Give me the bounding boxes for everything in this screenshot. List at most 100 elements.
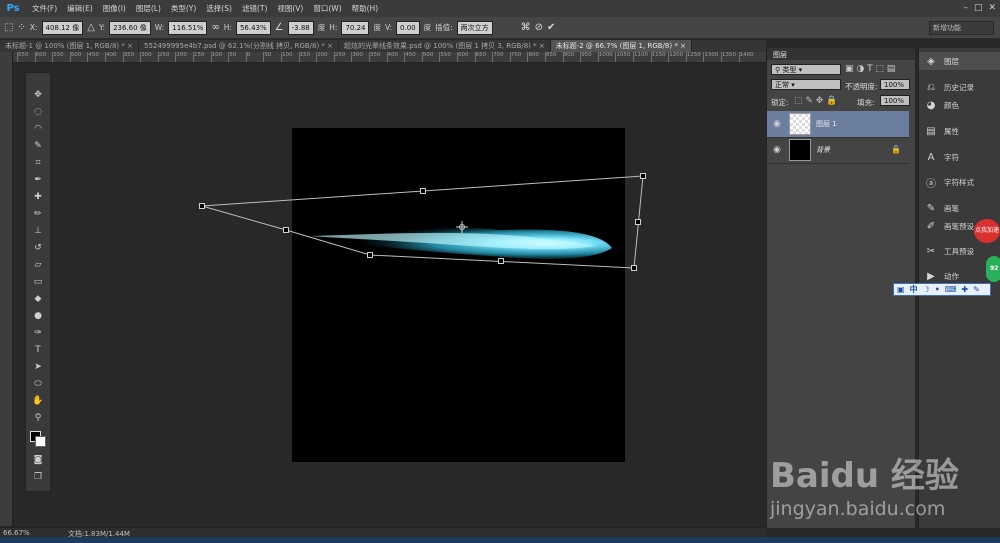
tab-doc-1[interactable]: 未标题-1 @ 100% (图层 1, RGB/8) * ×	[0, 40, 139, 52]
type-tool-icon[interactable]: T	[26, 342, 50, 358]
vskew-input[interactable]: 0.00	[396, 20, 420, 35]
healing-tool-icon[interactable]: ✚	[26, 189, 50, 205]
dodge-tool-icon[interactable]: ●	[26, 308, 50, 324]
ime-language-toggle[interactable]: 中	[910, 284, 918, 295]
menu-view[interactable]: 视图(V)	[277, 3, 303, 14]
stamp-tool-icon[interactable]: ⊥	[26, 223, 50, 239]
document-canvas[interactable]	[292, 128, 625, 462]
ruler-tick-label: 1300	[703, 52, 719, 62]
menu-edit[interactable]: 编辑(E)	[67, 3, 93, 14]
path-select-tool-icon[interactable]: ➤	[26, 359, 50, 375]
brush-tool-icon[interactable]: ✏	[26, 206, 50, 222]
warp-icon[interactable]: ⌘	[521, 22, 531, 33]
eraser-tool-icon[interactable]: ▱	[26, 257, 50, 273]
tab-label: 552499995e4b7.psd @ 62.1%(分割线 拷贝, RGB/8)…	[143, 42, 325, 50]
reference-point-icon[interactable]: ⁘	[17, 22, 25, 33]
opacity-input[interactable]: 100%	[880, 79, 910, 90]
crop-tool-icon[interactable]: ⌗	[26, 155, 50, 171]
history-brush-tool-icon[interactable]: ↺	[26, 240, 50, 256]
layers-panel-tab[interactable]: 图层	[767, 48, 915, 60]
dot-icon[interactable]: •	[935, 285, 940, 294]
wrench-icon[interactable]: ✎	[973, 285, 980, 294]
character-icon: A	[927, 151, 935, 163]
quick-mask-icon[interactable]: ◙	[26, 452, 50, 468]
menu-help[interactable]: 帮助(H)	[352, 3, 379, 14]
dock-item-character-style[interactable]: ⓐ 字符样式	[919, 173, 1000, 191]
speedup-frog-icon[interactable]: 92	[986, 256, 1000, 282]
dock-item-color[interactable]: ◕ 颜色	[919, 96, 1000, 114]
tools-panel: ✥ ◌ ◠ ✎ ⌗ ✒ ✚ ✏ ⊥ ↺ ▱ ▭ ◆ ● ✑ T ➤ ⬭ ✋ ⚲ …	[25, 72, 51, 492]
ruler-tick-label: 1350	[721, 52, 736, 62]
menu-type[interactable]: 类型(Y)	[171, 3, 196, 14]
shape-tool-icon[interactable]: ⬭	[26, 376, 50, 392]
menu-image[interactable]: 图像(I)	[103, 3, 126, 14]
moon-icon[interactable]: ☽	[923, 285, 930, 294]
dock-item-history[interactable]: ⎌ 历史记录	[919, 78, 1000, 96]
pen-tool-icon[interactable]: ✑	[26, 325, 50, 341]
keyboard-icon[interactable]: ⌨	[945, 285, 957, 294]
hskew-input[interactable]: 70.24	[341, 20, 370, 35]
close-button[interactable]: ✕	[988, 2, 996, 14]
y-input[interactable]: 236.60 像	[109, 20, 151, 35]
tab-doc-3[interactable]: 超炫的光晕线条效果.psd @ 100% (图层 1 拷贝 3, RGB/8) …	[339, 40, 551, 52]
tab-doc-2[interactable]: 552499995e4b7.psd @ 62.1%(分割线 拷贝, RGB/8)…	[139, 40, 340, 52]
restore-button[interactable]: □	[974, 2, 983, 14]
screen-mode-icon[interactable]: ❐	[26, 469, 50, 485]
dock-item-character[interactable]: A 字符	[919, 148, 1000, 166]
layer-filter-icons[interactable]: ▣ ◑ T ⬚ ▤	[845, 64, 895, 74]
w-input[interactable]: 116.51%	[168, 20, 208, 35]
quick-select-tool-icon[interactable]: ✎	[26, 138, 50, 154]
menu-filter[interactable]: 滤镜(T)	[242, 3, 267, 14]
transform-tool-icon[interactable]: ⬚	[4, 22, 13, 33]
commit-transform-icon[interactable]: ✔	[547, 22, 555, 33]
tab-doc-4[interactable]: 未标题-2 @ 66.7% (图层 1, RGB/8) * ×	[550, 40, 692, 52]
eyedropper-tool-icon[interactable]: ✒	[26, 172, 50, 188]
blend-mode-select[interactable]: 正常 ▾	[771, 79, 841, 90]
hand-tool-icon[interactable]: ✋	[26, 393, 50, 409]
marquee-tool-icon[interactable]: ◌	[26, 104, 50, 120]
h-input[interactable]: 56.43%	[235, 20, 271, 35]
color-swatches-icon[interactable]	[26, 429, 50, 447]
visibility-eye-icon[interactable]: ◉	[773, 119, 781, 129]
x-input[interactable]: 408.12 像	[41, 20, 84, 35]
ruler-tick-label: 100	[210, 52, 223, 62]
fill-input[interactable]: 100%	[880, 95, 910, 106]
lock-icons[interactable]: ⬚ ✎ ✥ 🔒	[794, 96, 837, 106]
ruler-tick-label: 850	[545, 52, 557, 62]
ruler-tick-label: 350	[122, 52, 135, 62]
menu-layer[interactable]: 图层(L)	[136, 3, 161, 14]
layer-row-layer1[interactable]: ◉ 图层 1	[767, 111, 909, 138]
lasso-tool-icon[interactable]: ◠	[26, 121, 50, 137]
angle-input[interactable]: -3.88	[287, 20, 314, 35]
layer-row-background[interactable]: ◉ 背景 🔒	[767, 137, 909, 164]
menu-select[interactable]: 选择(S)	[206, 3, 232, 14]
layer-thumbnail	[789, 113, 811, 135]
move-tool-icon[interactable]: ✥	[26, 87, 50, 103]
interpolation-select[interactable]: 两次立方	[456, 20, 493, 35]
zoom-level[interactable]: 66.67%	[3, 529, 30, 537]
dock-item-brush[interactable]: ✎ 画笔	[919, 199, 1000, 217]
menu-window[interactable]: 窗口(W)	[313, 3, 341, 14]
dock-label: 字符样式	[944, 177, 974, 187]
layer-name[interactable]: 图层 1	[816, 119, 837, 129]
dock-item-layers[interactable]: ◈ 图层	[919, 52, 1000, 70]
layer-name[interactable]: 背景	[816, 145, 830, 155]
gradient-tool-icon[interactable]: ▭	[26, 274, 50, 290]
dock-item-properties[interactable]: ▤ 属性	[919, 122, 1000, 140]
speedup-badge[interactable]: 点我加速	[974, 219, 1000, 243]
visibility-eye-icon[interactable]: ◉	[773, 145, 781, 155]
zoom-tool-icon[interactable]: ⚲	[26, 410, 50, 426]
opacity-label: 不透明度:	[845, 82, 878, 91]
workspace-select[interactable]: 新增功能	[929, 21, 994, 35]
layer-kind-filter[interactable]: ⚲ 类型 ▾	[771, 64, 841, 75]
minimize-button[interactable]: –	[963, 2, 968, 14]
delta-icon[interactable]: △	[87, 22, 95, 33]
frog-label: 92	[990, 265, 999, 272]
blur-tool-icon[interactable]: ◆	[26, 291, 50, 307]
cancel-transform-icon[interactable]: ⊘	[535, 22, 543, 33]
gear-icon[interactable]: ✚	[961, 285, 968, 294]
ime-logo-icon[interactable]: ▣	[897, 285, 905, 294]
link-icon[interactable]: ∞	[211, 22, 219, 33]
menu-file[interactable]: 文件(F)	[32, 3, 57, 14]
ruler-tick-label: 50	[228, 52, 237, 62]
